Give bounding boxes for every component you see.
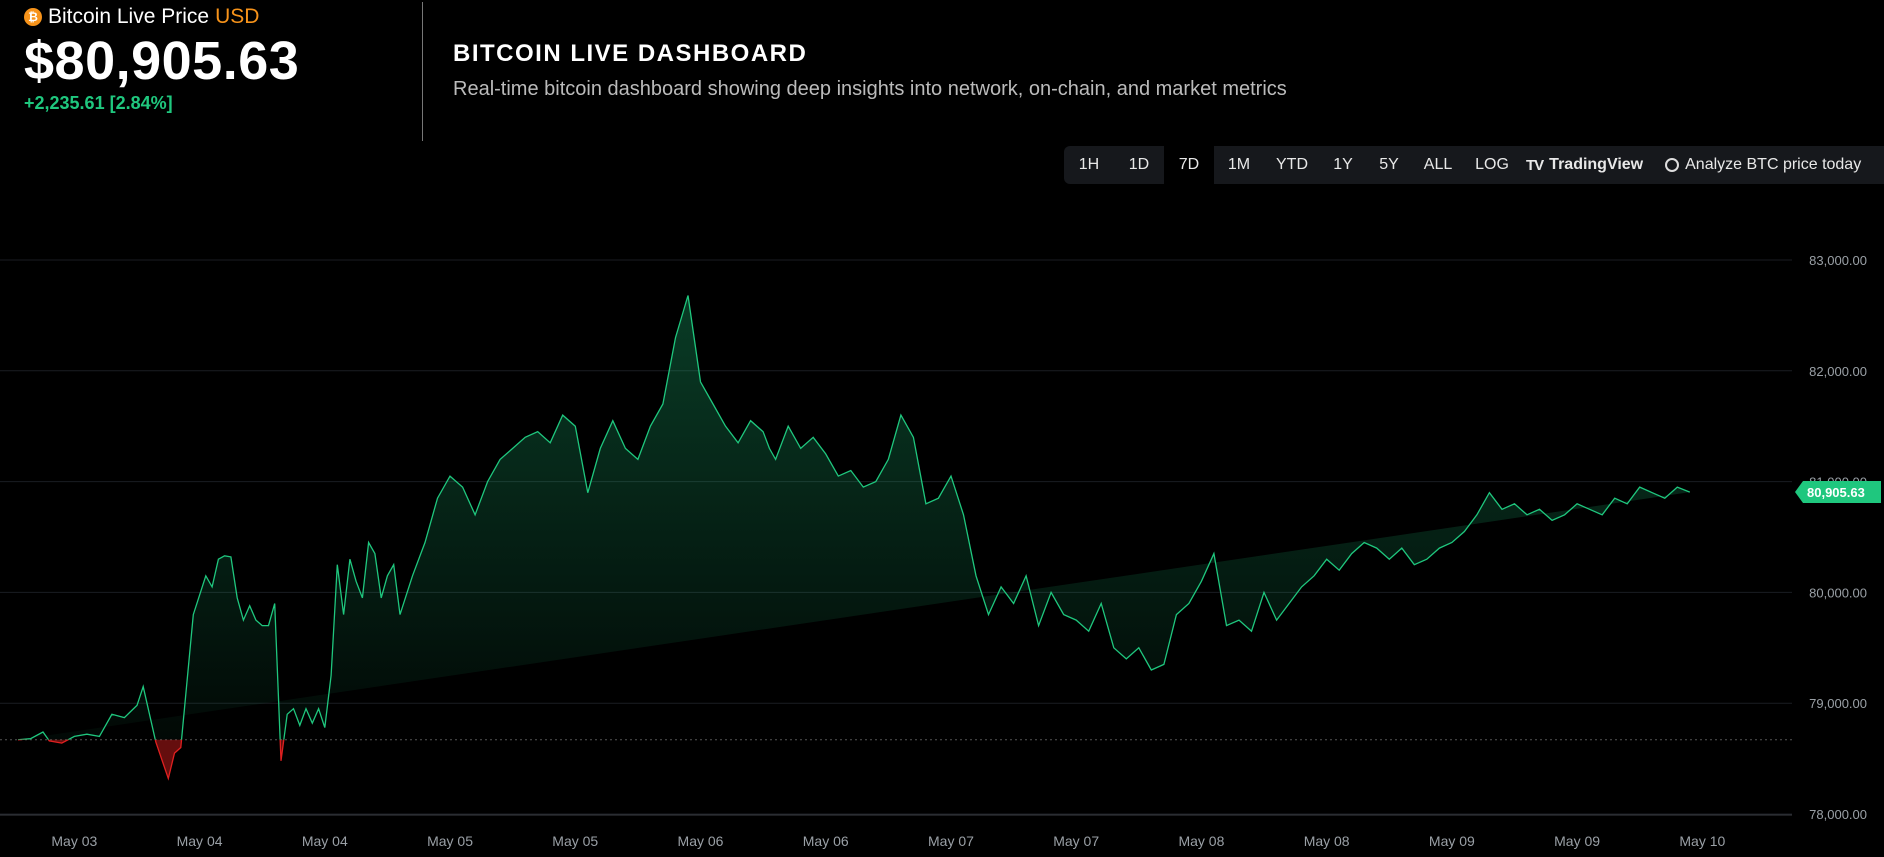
x-tick-label: May 09 [1429,833,1475,849]
y-tick-label: 79,000.00 [1809,696,1867,711]
x-tick-label: May 09 [1554,833,1600,849]
y-tick-label: 78,000.00 [1809,807,1867,822]
y-tick-label: 80,000.00 [1809,585,1867,600]
last-price-label: 80,905.63 [1807,485,1865,500]
x-tick-label: May 03 [51,833,97,849]
last-price-tag: 80,905.63 [1795,481,1881,504]
x-tick-label: May 08 [1178,833,1224,849]
price-chart[interactable]: 78,000.0079,000.0080,000.0081,000.0082,0… [0,0,1884,857]
x-tick-label: May 10 [1679,833,1725,849]
x-tick-label: May 04 [302,833,348,849]
y-tick-label: 82,000.00 [1809,364,1867,379]
x-tick-label: May 07 [928,833,974,849]
y-axis: 78,000.0079,000.0080,000.0081,000.0082,0… [1809,253,1867,822]
x-axis: May 03 May 04 May 04 May 05 May 05 May 06 May … [51,833,1725,849]
x-tick-label: May 07 [1053,833,1099,849]
x-tick-label: May 08 [1304,833,1350,849]
x-tick-label: May 04 [177,833,223,849]
x-tick-label: May 06 [678,833,724,849]
price-area-fill [18,295,1690,740]
y-tick-label: 83,000.00 [1809,253,1867,268]
x-tick-label: May 05 [427,833,473,849]
x-tick-label: May 06 [803,833,849,849]
x-tick-label: May 05 [552,833,598,849]
